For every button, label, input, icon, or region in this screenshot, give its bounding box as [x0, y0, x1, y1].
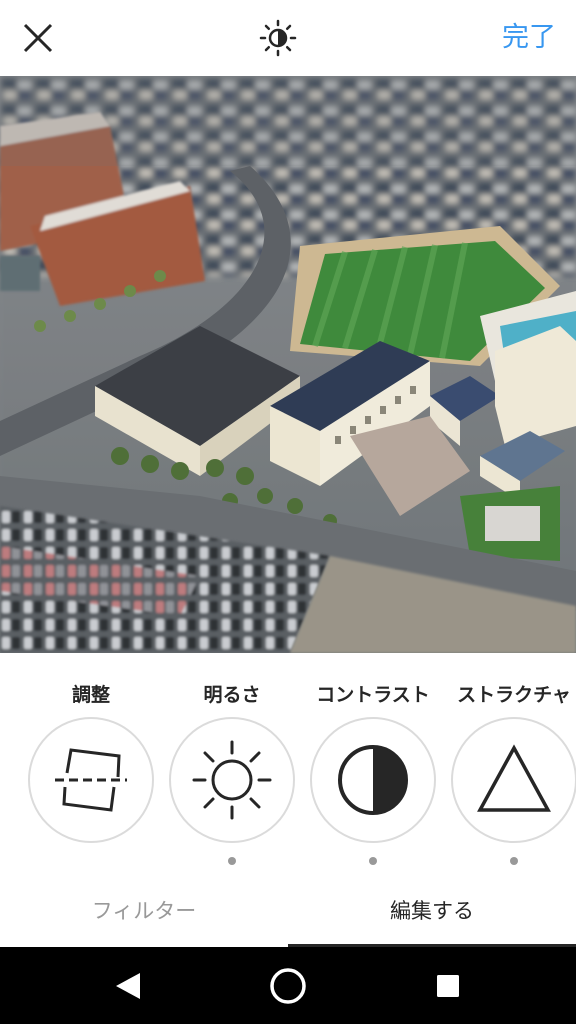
tool-brightness-label: 明るさ: [203, 684, 261, 706]
home-circle-icon[interactable]: [267, 965, 309, 1007]
tool-adjust-label: 調整: [71, 684, 110, 706]
brightness-icon: [169, 717, 295, 843]
structure-icon: [451, 717, 576, 843]
contrast-icon: [310, 717, 436, 843]
structure-modified-dot: [510, 857, 518, 865]
contrast-modified-dot: [369, 857, 377, 865]
android-nav-bar: [0, 947, 576, 1024]
done-button[interactable]: 完了: [502, 18, 556, 58]
tab-filter[interactable]: フィルター: [0, 878, 288, 944]
tool-adjust[interactable]: 調整: [26, 680, 156, 843]
brightness-lux-icon[interactable]: [258, 18, 298, 58]
brightness-modified-dot: [228, 857, 236, 865]
tool-structure[interactable]: ストラクチャ: [449, 680, 576, 865]
adjust-icon: [28, 717, 154, 843]
tool-structure-label: ストラクチャ: [457, 684, 571, 706]
tab-edit[interactable]: 編集する: [288, 878, 576, 944]
recents-square-icon[interactable]: [427, 965, 469, 1007]
photo-preview: [0, 76, 576, 653]
tool-brightness[interactable]: 明るさ: [167, 680, 297, 865]
back-triangle-icon[interactable]: [106, 965, 148, 1007]
tool-contrast-label: コントラスト: [316, 684, 430, 706]
top-bar: 完了: [0, 0, 576, 76]
close-icon[interactable]: [18, 18, 58, 58]
tool-contrast[interactable]: コントラスト: [308, 680, 438, 865]
